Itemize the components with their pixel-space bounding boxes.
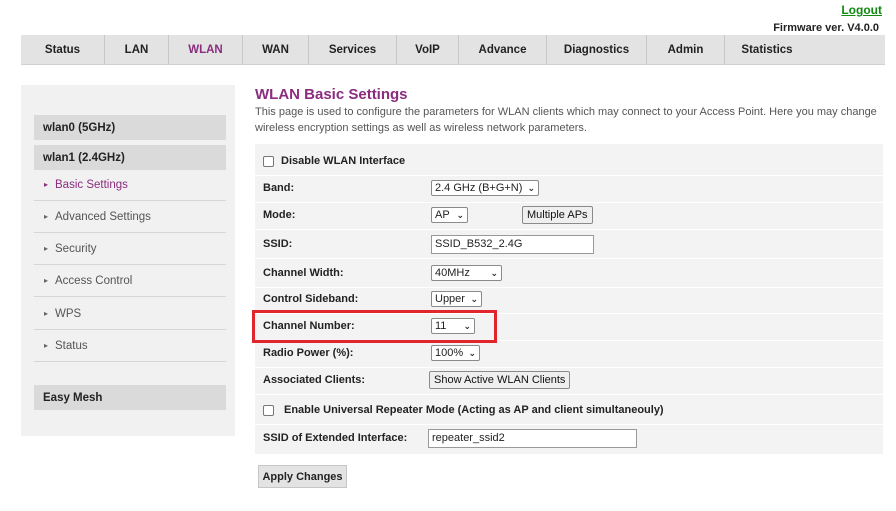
bullet-arrow-icon: ▸ — [44, 341, 49, 350]
page-description: This page is used to configure the param… — [255, 106, 877, 134]
repeater-mode-checkbox[interactable] — [263, 404, 274, 416]
associated-clients-label: Associated Clients: — [263, 374, 366, 386]
settings-panel: Disable WLAN Interface Band: 2.4 GHz (B+… — [255, 144, 883, 454]
control-sideband-select[interactable]: Upper ⌄ — [431, 291, 482, 307]
bullet-arrow-icon: ▸ — [44, 244, 49, 253]
tab-statistics[interactable]: Statistics — [725, 35, 809, 65]
show-active-clients-button[interactable]: Show Active WLAN Clients — [429, 371, 571, 389]
row-radio-power: Radio Power (%): 100% ⌄ — [255, 339, 883, 368]
band-select[interactable]: 2.4 GHz (B+G+N) ⌄ — [431, 180, 539, 196]
bullet-arrow-icon: ▸ — [44, 309, 49, 318]
extended-ssid-label: SSID of Extended Interface: — [263, 432, 408, 444]
sidebar-item-label: Advanced Settings — [55, 210, 151, 223]
tab-services[interactable]: Services — [309, 34, 397, 65]
chevron-down-icon: ⌄ — [490, 267, 498, 278]
row-disable-wlan: Disable WLAN Interface — [255, 147, 883, 176]
row-channel-width: Channel Width: 40MHz ⌄ — [255, 259, 883, 288]
bullet-arrow-icon: ▸ — [44, 276, 49, 285]
tab-voip[interactable]: VoIP — [397, 34, 459, 65]
sidebar: wlan0 (5GHz) wlan1 (2.4GHz) ▸ Basic Sett… — [21, 85, 235, 436]
mode-label: Mode: — [263, 209, 296, 221]
chevron-down-icon: ⌄ — [468, 347, 476, 358]
radio-power-label: Radio Power (%): — [263, 347, 354, 359]
tab-wlan[interactable]: WLAN — [169, 34, 243, 65]
row-band: Band: 2.4 GHz (B+G+N) ⌄ — [255, 174, 883, 203]
disable-wlan-label: Disable WLAN Interface — [281, 155, 406, 167]
sidebar-item-label: Status — [55, 339, 88, 352]
page-title: WLAN Basic Settings — [255, 86, 408, 103]
channel-number-highlight-box — [252, 310, 497, 343]
sidebar-item-advanced-settings[interactable]: ▸ Advanced Settings — [34, 201, 226, 233]
band-label: Band: — [263, 182, 295, 194]
disable-wlan-checkbox[interactable] — [263, 155, 274, 167]
repeater-mode-option: Enable Universal Repeater Mode (Acting a… — [263, 396, 664, 424]
sidebar-item-status[interactable]: ▸ Status — [34, 330, 226, 362]
disable-wlan-option: Disable WLAN Interface — [263, 147, 405, 175]
sidebar-item-basic-settings[interactable]: ▸ Basic Settings — [34, 169, 226, 201]
ssid-label: SSID: — [263, 238, 293, 250]
channel-width-select[interactable]: 40MHz ⌄ — [431, 265, 502, 281]
firmware-version: Firmware ver. V4.0.0 — [773, 22, 879, 34]
sidebar-item-security[interactable]: ▸ Security — [34, 233, 226, 265]
sidebar-group-wlan0[interactable]: wlan0 (5GHz) — [34, 115, 226, 140]
apply-changes-button[interactable]: Apply Changes — [258, 465, 347, 488]
chevron-down-icon: ⌄ — [527, 182, 535, 193]
chevron-down-icon: ⌄ — [470, 293, 478, 304]
sidebar-item-access-control[interactable]: ▸ Access Control — [34, 265, 226, 297]
mode-value: AP — [435, 209, 450, 221]
sidebar-item-label: Access Control — [55, 274, 133, 287]
control-sideband-label: Control Sideband: — [263, 293, 359, 305]
tab-advance[interactable]: Advance — [459, 34, 547, 65]
row-associated-clients: Associated Clients: Show Active WLAN Cli… — [255, 366, 883, 395]
channel-width-value: 40MHz — [435, 267, 470, 279]
extended-ssid-input[interactable]: repeater_ssid2 — [428, 428, 637, 448]
sidebar-item-wps[interactable]: ▸ WPS — [34, 298, 226, 330]
sidebar-group-easy-mesh[interactable]: Easy Mesh — [34, 385, 226, 410]
chevron-down-icon: ⌄ — [456, 209, 464, 220]
row-ssid: SSID: SSID_B532_2.4G — [255, 230, 883, 259]
sidebar-item-label: Security — [55, 242, 97, 255]
row-extended-ssid: SSID of Extended Interface: repeater_ssi… — [255, 424, 883, 453]
tab-lan[interactable]: LAN — [105, 34, 169, 65]
row-mode: Mode: AP ⌄ Multiple APs — [255, 201, 883, 230]
bullet-arrow-icon: ▸ — [44, 212, 49, 221]
multiple-aps-button[interactable]: Multiple APs — [522, 206, 593, 224]
mode-select[interactable]: AP ⌄ — [431, 207, 468, 223]
ssid-input[interactable]: SSID_B532_2.4G — [431, 234, 594, 254]
tab-wan[interactable]: WAN — [243, 34, 309, 65]
tab-status[interactable]: Status — [21, 34, 105, 65]
radio-power-select[interactable]: 100% ⌄ — [431, 345, 480, 361]
sidebar-item-label: Basic Settings — [55, 178, 128, 191]
sidebar-group-wlan1[interactable]: wlan1 (2.4GHz) — [34, 145, 226, 170]
band-value: 2.4 GHz (B+G+N) — [435, 182, 523, 194]
sidebar-item-label: WPS — [55, 307, 82, 320]
tab-admin[interactable]: Admin — [647, 34, 725, 65]
radio-power-value: 100% — [435, 347, 464, 359]
repeater-mode-label: Enable Universal Repeater Mode (Acting a… — [284, 404, 664, 416]
bullet-arrow-icon: ▸ — [44, 180, 49, 189]
tab-diagnostics[interactable]: Diagnostics — [547, 34, 647, 65]
row-repeater-mode: Enable Universal Repeater Mode (Acting a… — [255, 396, 883, 425]
channel-width-label: Channel Width: — [263, 267, 344, 279]
logout-link[interactable]: Logout — [841, 3, 882, 17]
control-sideband-value: Upper — [435, 293, 465, 305]
top-nav: Status LAN WLAN WAN Services VoIP Advanc… — [21, 34, 885, 65]
